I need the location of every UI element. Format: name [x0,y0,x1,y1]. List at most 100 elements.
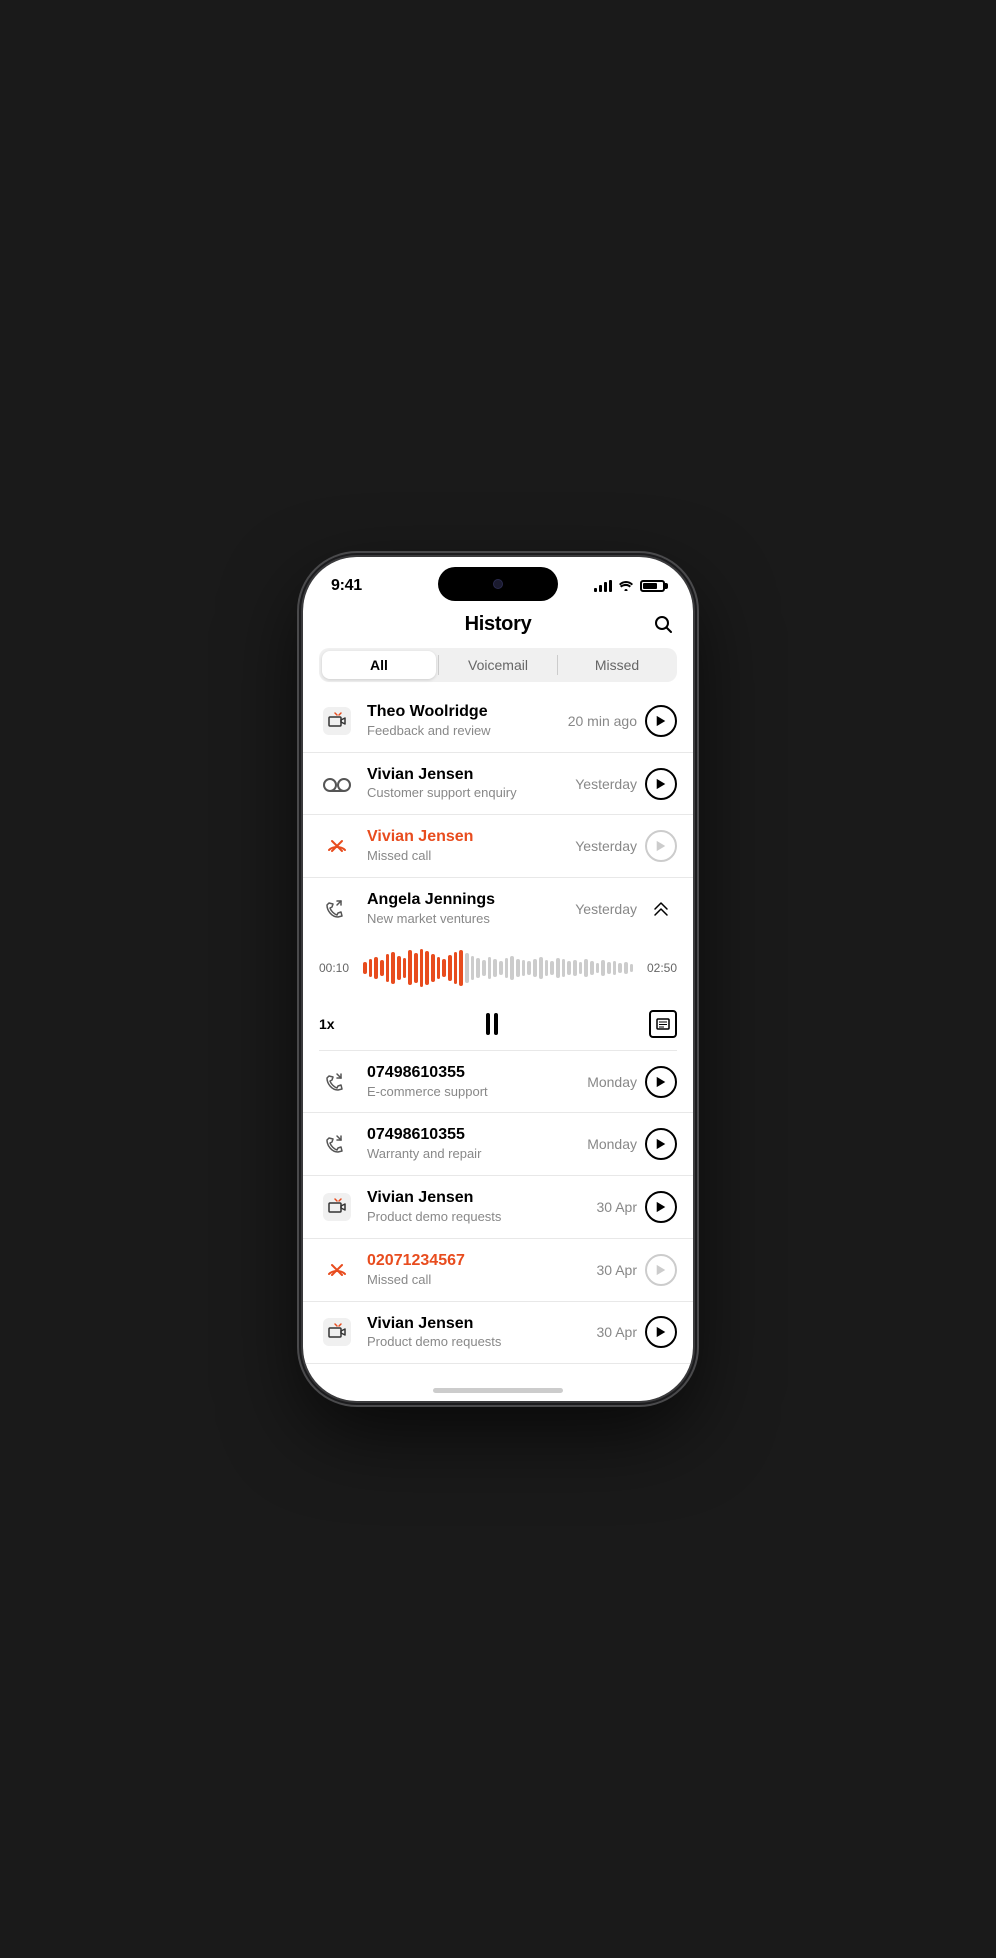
waveform-player: 00:10 02:50 [319,940,677,992]
signal-bar-3 [604,582,607,592]
phone-screen: 9:41 [303,557,693,1401]
call-item[interactable]: Vivian Jensen Product demo requests 30 A… [303,1176,693,1239]
status-time: 9:41 [331,577,362,595]
wave-bar [425,951,429,985]
status-icons [594,579,665,594]
tab-voicemail[interactable]: Voicemail [441,651,555,679]
call-time: 30 Apr [597,1262,637,1278]
wave-bar [579,962,583,974]
call-subtitle: New market ventures [367,911,563,928]
wave-bar [516,959,520,977]
wave-bar [442,959,446,977]
caller-name: 02071234567 [367,1251,585,1272]
page-header: History [303,605,693,648]
call-time: Yesterday [575,776,637,792]
caller-name: 07498610355 [367,1063,575,1084]
play-button[interactable] [645,705,677,737]
call-subtitle: Warranty and repair [367,1146,575,1163]
wave-bar [573,960,577,976]
play-button[interactable] [645,1066,677,1098]
call-info: Theo Woolridge Feedback and review [367,702,556,740]
collapse-button[interactable] [645,893,677,925]
waveform[interactable] [363,948,633,988]
tab-divider-2 [557,655,558,675]
wave-bar [522,960,526,976]
playback-current: 00:10 [319,961,355,975]
call-info: 07498610355 Warranty and repair [367,1125,575,1163]
tab-divider-1 [438,655,439,675]
wave-bar [618,963,622,973]
call-item[interactable]: 07498610355 Warranty and repair Monday [303,1113,693,1176]
call-right: Yesterday [575,830,677,862]
wave-bar [380,960,384,976]
playback-total: 02:50 [641,961,677,975]
play-button[interactable] [645,1254,677,1286]
signal-bar-1 [594,588,597,592]
wave-bar [414,953,418,983]
wifi-icon [618,579,634,594]
wave-bar [505,958,509,978]
wave-bar [584,959,588,977]
wave-bar [448,955,452,981]
call-item[interactable]: 07498610355 E-commerce support Monday [303,1051,693,1114]
call-right: 30 Apr [597,1191,677,1223]
dynamic-island [438,567,558,601]
call-type-icon-incoming [319,1064,355,1100]
wave-bar [386,954,390,982]
status-bar: 9:41 [303,557,693,605]
wave-bar [471,956,475,980]
signal-bar-4 [609,580,612,592]
call-right: Monday [587,1128,677,1160]
wave-bar [556,958,560,978]
tab-all[interactable]: All [322,651,436,679]
wave-bar [493,959,497,977]
play-button[interactable] [645,1191,677,1223]
call-subtitle: Missed call [367,848,563,865]
call-info: Vivian Jensen Missed call [367,827,563,865]
filter-tabs: All Voicemail Missed [319,648,677,682]
call-info: 07498610355 E-commerce support [367,1063,575,1101]
wave-bar [607,962,611,974]
pause-button[interactable] [486,1013,498,1035]
call-item[interactable]: Theo Woolridge Feedback and review 20 mi… [303,690,693,753]
wave-bar [374,957,378,979]
tab-missed[interactable]: Missed [560,651,674,679]
wave-bar [499,961,503,975]
caller-name: Vivian Jensen [367,827,563,848]
wave-bar [567,961,571,975]
call-item[interactable]: 02071234567 Missed call 30 Apr [303,1239,693,1302]
play-button[interactable] [645,1128,677,1160]
wave-bar [408,950,412,985]
home-indicator [433,1388,563,1393]
call-type-icon-missed [319,828,355,864]
call-subtitle: E-commerce support [367,1084,575,1101]
playback-speed-button[interactable]: 1x [319,1016,335,1032]
signal-bars [594,580,612,592]
wave-bar [459,950,463,986]
pause-bar-1 [486,1013,490,1035]
wave-bar [510,956,514,980]
play-button[interactable] [645,830,677,862]
wave-bar [630,964,634,972]
call-item[interactable]: Vivian Jensen Customer support enquiry Y… [303,753,693,816]
wave-bar [527,961,531,975]
caller-name: Vivian Jensen [367,1188,585,1209]
play-button[interactable] [645,768,677,800]
wave-bar [624,962,628,974]
call-item[interactable]: Vivian Jensen Missed call Yesterday [303,815,693,878]
search-button[interactable] [653,614,673,640]
camera-dot [493,579,503,589]
player-controls: 1x [319,1004,677,1051]
call-info: Vivian Jensen Product demo requests [367,1188,585,1226]
page-title: History [465,613,532,636]
play-button[interactable] [645,1316,677,1348]
call-item[interactable]: Vivian Jensen Product demo requests 30 A… [303,1302,693,1365]
call-time: Monday [587,1136,637,1152]
phone-frame: 9:41 [303,557,693,1401]
caller-name: Angela Jennings [367,890,563,911]
call-subtitle: Product demo requests [367,1209,585,1226]
battery-icon [640,580,665,592]
wave-bar [363,962,367,974]
call-subtitle: Missed call [367,1272,585,1289]
transcript-button[interactable] [649,1010,677,1038]
